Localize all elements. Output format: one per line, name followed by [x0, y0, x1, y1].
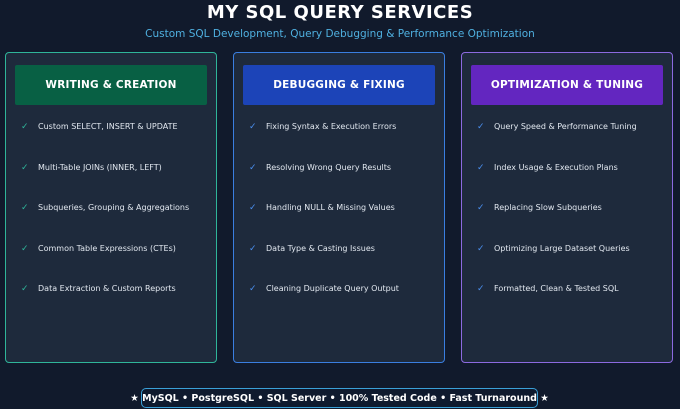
list-item-label: Resolving Wrong Query Results: [266, 162, 392, 172]
list-item: ✓ Formatted, Clean & Tested SQL: [477, 284, 637, 325]
check-icon: ✓: [249, 284, 257, 294]
list-item-label: Subqueries, Grouping & Aggregations: [38, 203, 190, 212]
check-icon: ✓: [249, 122, 257, 132]
list-item: ✓ Data Extraction & Custom Reports: [21, 284, 189, 325]
footer-badge: ★ MySQL • PostgreSQL • SQL Server • 100%…: [130, 388, 549, 408]
page-subtitle: Custom SQL Development, Query Debugging …: [145, 28, 535, 40]
list-item: ✓ Multi-Table JOINs (INNER, LEFT): [21, 163, 189, 204]
list-item: ✓ Fixing Syntax & Execution Errors: [249, 122, 399, 163]
list-item-label: Multi-Table JOINs (INNER, LEFT): [38, 162, 162, 172]
list-item-label: Handling NULL & Missing Values: [266, 203, 395, 212]
list-item: ✓ Custom SELECT, INSERT & UPDATE: [21, 122, 189, 163]
list-item: ✓ Cleaning Duplicate Query Output: [249, 284, 399, 325]
check-icon: ✓: [21, 284, 29, 294]
list-item-label: Data Extraction & Custom Reports: [38, 284, 176, 293]
check-icon: ✓: [21, 162, 29, 173]
check-icon: ✓: [21, 243, 29, 254]
list-item: ✓ Index Usage & Execution Plans: [477, 163, 637, 204]
list-item-label: Formatted, Clean & Tested SQL: [494, 284, 619, 293]
list-item: ✓ Replacing Slow Subqueries: [477, 203, 637, 244]
check-icon: ✓: [249, 243, 257, 254]
check-icon: ✓: [249, 162, 257, 173]
check-icon: ✓: [249, 203, 257, 213]
list-item: ✓ Common Table Expressions (CTEs): [21, 244, 189, 285]
list-item-label: Optimizing Large Dataset Queries: [494, 243, 630, 253]
check-icon: ✓: [477, 122, 485, 132]
service-card-writing: WRITING & CREATION ✓ Custom SELECT, INSE…: [5, 52, 217, 363]
list-item-label: Data Type & Casting Issues: [266, 243, 375, 253]
check-icon: ✓: [477, 243, 485, 254]
check-icon: ✓: [477, 162, 485, 173]
list-item-label: Fixing Syntax & Execution Errors: [266, 122, 397, 131]
check-icon: ✓: [477, 203, 485, 213]
list-item: ✓ Data Type & Casting Issues: [249, 244, 399, 285]
list-item-label: Query Speed & Performance Tuning: [494, 122, 637, 131]
service-list-debugging: ✓ Fixing Syntax & Execution Errors ✓ Res…: [249, 122, 399, 325]
list-item: ✓ Handling NULL & Missing Values: [249, 203, 399, 244]
list-item-label: Custom SELECT, INSERT & UPDATE: [38, 122, 178, 131]
card-heading-debugging: DEBUGGING & FIXING: [243, 65, 435, 105]
list-item: ✓ Query Speed & Performance Tuning: [477, 122, 637, 163]
list-item-label: Replacing Slow Subqueries: [494, 203, 602, 212]
list-item-label: Cleaning Duplicate Query Output: [266, 284, 399, 293]
list-item-label: Common Table Expressions (CTEs): [38, 243, 176, 253]
service-card-debugging: DEBUGGING & FIXING ✓ Fixing Syntax & Exe…: [233, 52, 445, 363]
list-item: ✓ Resolving Wrong Query Results: [249, 163, 399, 204]
check-icon: ✓: [21, 122, 29, 132]
service-card-optimization: OPTIMIZATION & TUNING ✓ Query Speed & Pe…: [461, 52, 673, 363]
page-title: MY SQL QUERY SERVICES: [206, 2, 474, 23]
card-heading-writing: WRITING & CREATION: [15, 65, 207, 105]
list-item: ✓ Subqueries, Grouping & Aggregations: [21, 203, 189, 244]
list-item-label: Index Usage & Execution Plans: [494, 162, 618, 172]
service-list-optimization: ✓ Query Speed & Performance Tuning ✓ Ind…: [477, 122, 637, 325]
list-item: ✓ Optimizing Large Dataset Queries: [477, 244, 637, 285]
check-icon: ✓: [477, 284, 485, 294]
card-heading-optimization: OPTIMIZATION & TUNING: [471, 65, 663, 105]
service-list-writing: ✓ Custom SELECT, INSERT & UPDATE ✓ Multi…: [21, 122, 189, 325]
check-icon: ✓: [21, 203, 29, 213]
